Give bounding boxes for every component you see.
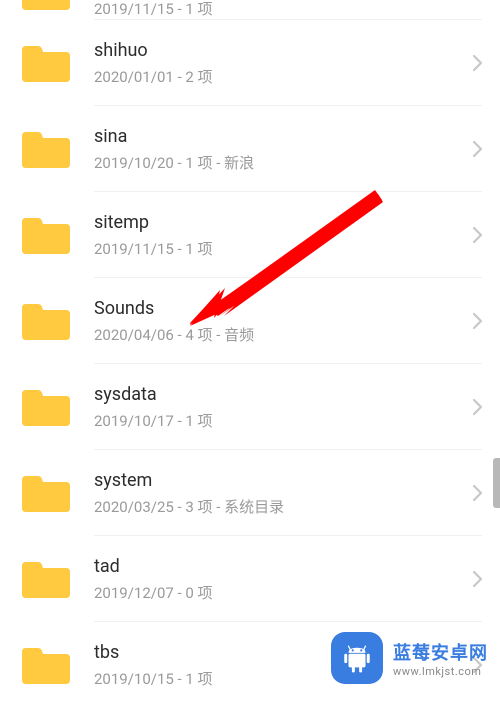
folder-info: Sounds 2020/04/06 - 4 项 - 音频 (94, 297, 468, 345)
watermark: 蓝莓安卓网 www.lmkjst.com (331, 632, 488, 684)
watermark-title: 蓝莓安卓网 (393, 639, 488, 665)
folder-row[interactable]: tad 2019/12/07 - 0 项 (0, 536, 500, 622)
folder-icon (20, 128, 72, 170)
android-icon (331, 632, 383, 684)
folder-icon (20, 300, 72, 342)
chevron-right-icon (468, 139, 488, 159)
folder-list: 2019/11/15 - 1 项 shihuo 2020/01/01 - 2 项… (0, 0, 500, 708)
folder-icon (20, 0, 72, 12)
folder-name: sitemp (94, 211, 460, 234)
folder-row[interactable]: sina 2019/10/20 - 1 项 - 新浪 (0, 106, 500, 192)
folder-meta: 2020/03/25 - 3 项 - 系统目录 (94, 496, 460, 517)
chevron-right-icon (468, 569, 488, 589)
folder-icon (20, 214, 72, 256)
watermark-url: www.lmkjst.com (393, 665, 481, 678)
folder-icon (20, 42, 72, 84)
folder-row[interactable]: shihuo 2020/01/01 - 2 项 (0, 20, 500, 106)
folder-info: 2019/11/15 - 1 项 (94, 0, 488, 19)
chevron-right-icon (468, 483, 488, 503)
folder-name: system (94, 469, 460, 492)
folder-info: shihuo 2020/01/01 - 2 项 (94, 39, 468, 87)
folder-meta: 2019/11/15 - 1 项 (94, 238, 460, 259)
folder-name: sysdata (94, 383, 460, 406)
folder-icon (20, 558, 72, 600)
folder-info: sysdata 2019/10/17 - 1 项 (94, 383, 468, 431)
chevron-right-icon (468, 225, 488, 245)
folder-info: sina 2019/10/20 - 1 项 - 新浪 (94, 125, 468, 173)
folder-name: shihuo (94, 39, 460, 62)
folder-meta: 2020/04/06 - 4 项 - 音频 (94, 324, 460, 345)
chevron-right-icon (468, 397, 488, 417)
folder-row[interactable]: sysdata 2019/10/17 - 1 项 (0, 364, 500, 450)
folder-meta: 2019/10/20 - 1 项 - 新浪 (94, 152, 460, 173)
folder-name: tad (94, 555, 460, 578)
folder-info: sitemp 2019/11/15 - 1 项 (94, 211, 468, 259)
folder-info: system 2020/03/25 - 3 项 - 系统目录 (94, 469, 468, 517)
chevron-right-icon (468, 311, 488, 331)
folder-meta: 2020/01/01 - 2 项 (94, 66, 460, 87)
folder-icon (20, 386, 72, 428)
folder-meta: 2019/11/15 - 1 项 (94, 0, 480, 19)
folder-info: tad 2019/12/07 - 0 项 (94, 555, 468, 603)
watermark-text: 蓝莓安卓网 www.lmkjst.com (393, 639, 488, 678)
folder-name: Sounds (94, 297, 460, 320)
folder-row[interactable]: system 2020/03/25 - 3 项 - 系统目录 (0, 450, 500, 536)
folder-meta: 2019/12/07 - 0 项 (94, 582, 460, 603)
scroll-indicator[interactable] (493, 458, 500, 508)
folder-icon (20, 472, 72, 514)
folder-row[interactable]: Sounds 2020/04/06 - 4 项 - 音频 (0, 278, 500, 364)
chevron-right-icon (468, 53, 488, 73)
folder-meta: 2019/10/17 - 1 项 (94, 410, 460, 431)
folder-name: sina (94, 125, 460, 148)
folder-icon (20, 644, 72, 686)
folder-row[interactable]: sitemp 2019/11/15 - 1 项 (0, 192, 500, 278)
folder-row[interactable]: 2019/11/15 - 1 项 (0, 0, 500, 20)
